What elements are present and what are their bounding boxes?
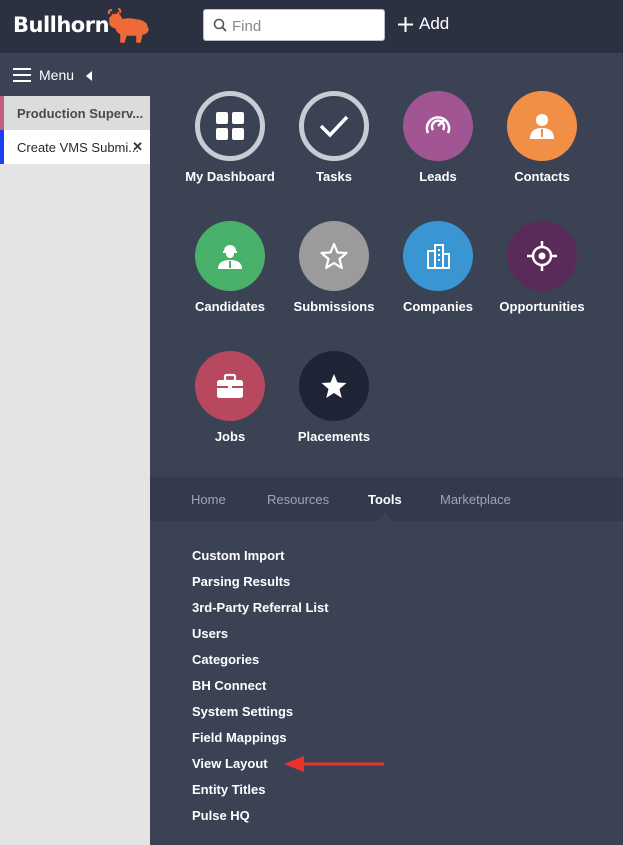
tile-placements[interactable]: Placements bbox=[279, 351, 389, 444]
open-tab-production-supervisor[interactable]: Production Superv... bbox=[0, 96, 150, 130]
tile-label: Contacts bbox=[514, 169, 570, 184]
bull-logo-icon bbox=[107, 8, 149, 43]
open-tab-create-vms-submission[interactable]: Create VMS Submi... ✕ bbox=[0, 130, 150, 164]
open-tabs-panel bbox=[0, 96, 150, 845]
tile-tasks[interactable]: Tasks bbox=[279, 91, 389, 184]
tool-bh-connect[interactable]: BH Connect bbox=[192, 678, 329, 704]
tile-label: My Dashboard bbox=[185, 169, 275, 184]
tile-my-dashboard[interactable]: My Dashboard bbox=[175, 91, 285, 184]
collapse-arrow-icon[interactable] bbox=[86, 71, 92, 81]
checkmark-icon bbox=[299, 91, 369, 161]
tile-label: Jobs bbox=[214, 429, 246, 444]
annotation-arrow-icon bbox=[284, 756, 384, 772]
close-icon[interactable]: ✕ bbox=[132, 139, 143, 155]
contact-person-icon bbox=[507, 91, 577, 161]
target-icon bbox=[507, 221, 577, 291]
tab-resources[interactable]: Resources bbox=[267, 492, 329, 507]
tab-home[interactable]: Home bbox=[191, 492, 226, 507]
bullhorn-logo[interactable]: Bullhorn bbox=[13, 13, 110, 37]
candidate-person-icon bbox=[195, 221, 265, 291]
tile-companies[interactable]: Companies bbox=[383, 221, 493, 314]
briefcase-icon bbox=[195, 351, 265, 421]
tool-entity-titles[interactable]: Entity Titles bbox=[192, 782, 329, 808]
building-icon bbox=[403, 221, 473, 291]
tile-label: Tasks bbox=[316, 169, 352, 184]
tool-3rd-party-referral-list[interactable]: 3rd-Party Referral List bbox=[192, 600, 329, 626]
tile-candidates[interactable]: Candidates bbox=[175, 221, 285, 314]
add-button[interactable]: Add bbox=[398, 14, 449, 34]
leads-icon bbox=[403, 91, 473, 161]
tile-label: Leads bbox=[419, 169, 457, 184]
tool-system-settings[interactable]: System Settings bbox=[192, 704, 329, 730]
tile-label: Submissions bbox=[293, 299, 375, 314]
tile-contacts[interactable]: Contacts bbox=[487, 91, 597, 184]
hamburger-icon[interactable] bbox=[13, 68, 31, 82]
star-outline-icon bbox=[299, 221, 369, 291]
star-solid-icon bbox=[299, 351, 369, 421]
tile-submissions[interactable]: Submissions bbox=[279, 221, 389, 314]
dashboard-grid-icon bbox=[195, 91, 265, 161]
tile-label: Placements bbox=[297, 429, 371, 444]
tile-label: Candidates bbox=[194, 299, 266, 314]
tool-pulse-hq[interactable]: Pulse HQ bbox=[192, 808, 329, 834]
tool-parsing-results[interactable]: Parsing Results bbox=[192, 574, 329, 600]
menu-label[interactable]: Menu bbox=[39, 67, 74, 83]
search-icon bbox=[213, 18, 227, 32]
open-tab-label: Create VMS Submi... bbox=[17, 140, 140, 155]
tool-users[interactable]: Users bbox=[192, 626, 329, 652]
add-label: Add bbox=[419, 14, 450, 33]
tile-label: Opportunities bbox=[499, 299, 585, 314]
search-box[interactable] bbox=[203, 9, 385, 41]
tools-list: Custom Import Parsing Results 3rd-Party … bbox=[192, 548, 329, 834]
tool-custom-import[interactable]: Custom Import bbox=[192, 548, 329, 574]
tile-opportunities[interactable]: Opportunities bbox=[487, 221, 597, 314]
active-tab-caret bbox=[378, 513, 392, 521]
menu-bar[interactable]: Menu bbox=[0, 53, 150, 96]
tile-leads[interactable]: Leads bbox=[383, 91, 493, 184]
tile-label: Companies bbox=[402, 299, 474, 314]
open-tab-label: Production Superv... bbox=[17, 106, 144, 121]
tile-jobs[interactable]: Jobs bbox=[175, 351, 285, 444]
tab-marketplace[interactable]: Marketplace bbox=[440, 492, 511, 507]
tool-categories[interactable]: Categories bbox=[192, 652, 329, 678]
search-input[interactable] bbox=[230, 15, 384, 37]
plus-icon bbox=[398, 16, 413, 32]
tab-tools[interactable]: Tools bbox=[368, 492, 402, 507]
tool-field-mappings[interactable]: Field Mappings bbox=[192, 730, 329, 756]
